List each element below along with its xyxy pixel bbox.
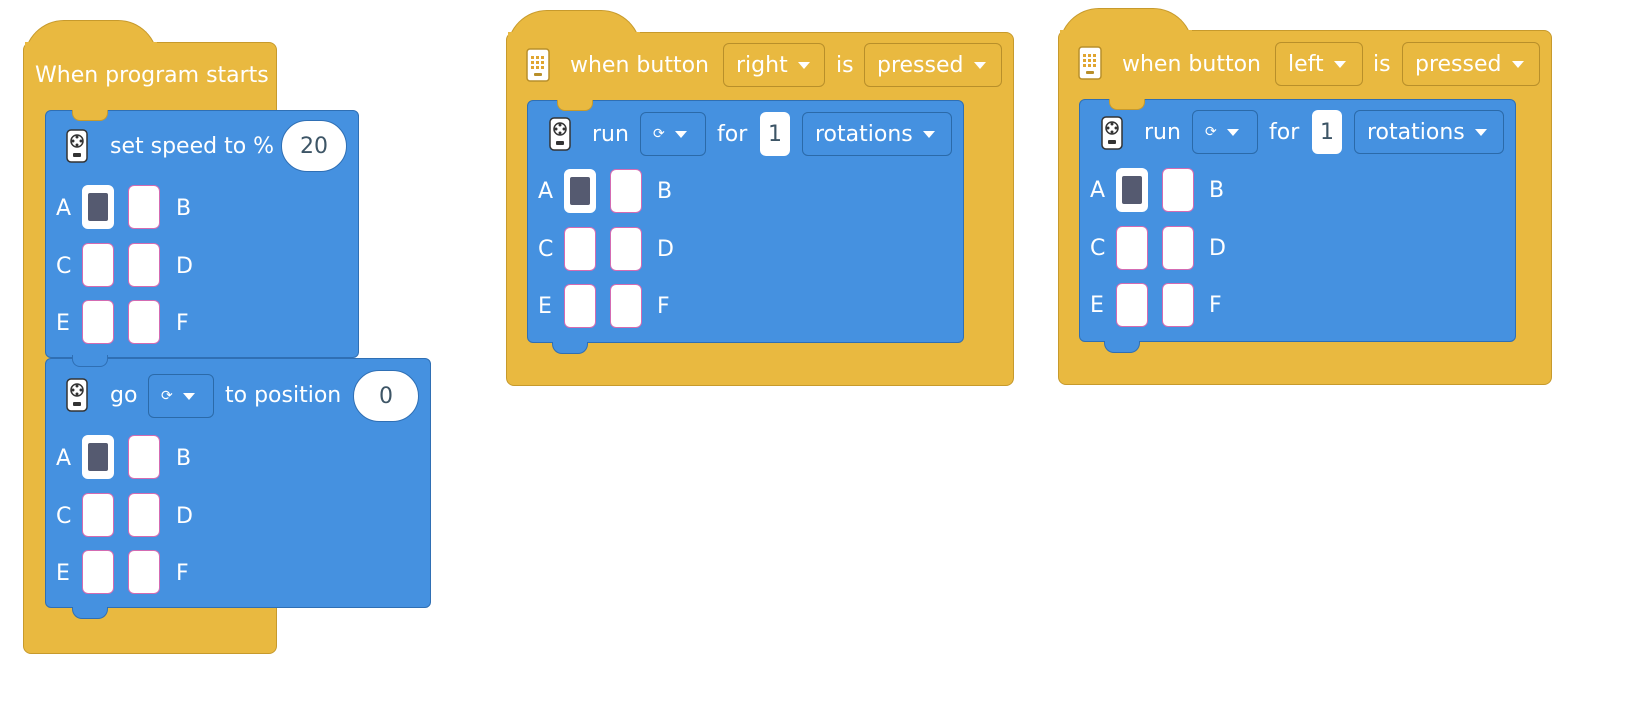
port-e-toggle[interactable] bbox=[82, 550, 114, 594]
port-label-c: C bbox=[56, 504, 72, 529]
to-position-label: to position bbox=[225, 383, 342, 408]
block-canvas: When program starts set speed to % 20 A … bbox=[0, 0, 1646, 722]
chevron-down-icon bbox=[797, 61, 810, 69]
port-f-toggle[interactable] bbox=[128, 550, 160, 594]
button-value: left bbox=[1288, 51, 1324, 77]
direction-dropdown[interactable]: ⟳ bbox=[640, 112, 706, 156]
port-label-d: D bbox=[176, 254, 193, 279]
direction-dropdown[interactable]: ⟳ bbox=[148, 374, 214, 418]
port-e-toggle[interactable] bbox=[1116, 283, 1148, 327]
position-input[interactable]: 0 bbox=[353, 370, 419, 422]
chevron-down-icon bbox=[182, 392, 195, 400]
port-label-f: F bbox=[657, 294, 670, 319]
state-value: pressed bbox=[1415, 51, 1502, 77]
port-label-c: C bbox=[1090, 236, 1106, 261]
run-label: run bbox=[1144, 120, 1181, 145]
port-label-a: A bbox=[56, 446, 72, 471]
rotate-icon: ⟳ bbox=[161, 388, 173, 404]
port-label-f: F bbox=[176, 561, 189, 586]
button-dropdown[interactable]: left bbox=[1275, 42, 1363, 86]
port-c-toggle[interactable] bbox=[1116, 226, 1148, 270]
port-b-toggle[interactable] bbox=[1162, 168, 1194, 212]
direction-dropdown[interactable]: ⟳ bbox=[1192, 110, 1258, 154]
port-a-toggle[interactable] bbox=[82, 435, 114, 479]
port-e-toggle[interactable] bbox=[82, 300, 114, 344]
port-d-toggle[interactable] bbox=[128, 493, 160, 537]
chevron-down-icon bbox=[1511, 60, 1524, 68]
button-value: right bbox=[736, 52, 788, 78]
rotations-input[interactable]: 1 bbox=[760, 112, 790, 156]
state-value: pressed bbox=[877, 52, 964, 78]
chevron-down-icon bbox=[922, 130, 935, 138]
port-c-toggle[interactable] bbox=[82, 493, 114, 537]
port-label-a: A bbox=[1090, 178, 1106, 203]
port-label-a: A bbox=[538, 179, 554, 204]
unit-dropdown[interactable]: rotations bbox=[1354, 110, 1504, 154]
when-button-label: when button bbox=[1122, 52, 1261, 77]
port-c-toggle[interactable] bbox=[82, 243, 114, 287]
port-b-toggle[interactable] bbox=[128, 435, 160, 479]
state-dropdown[interactable]: pressed bbox=[1402, 42, 1540, 86]
for-label: for bbox=[1269, 120, 1300, 145]
unit-dropdown[interactable]: rotations bbox=[802, 112, 952, 156]
port-label-e: E bbox=[56, 311, 70, 336]
port-f-toggle[interactable] bbox=[610, 284, 642, 328]
port-label-e: E bbox=[1090, 293, 1104, 318]
rotations-input[interactable]: 1 bbox=[1312, 110, 1342, 154]
is-label: is bbox=[836, 53, 854, 78]
chevron-down-icon bbox=[1333, 60, 1346, 68]
set-speed-label: set speed to % bbox=[110, 134, 275, 159]
chevron-down-icon bbox=[973, 61, 986, 69]
port-d-toggle[interactable] bbox=[1162, 226, 1194, 270]
port-label-b: B bbox=[176, 196, 192, 221]
port-label-a: A bbox=[56, 196, 72, 221]
port-label-b: B bbox=[1209, 178, 1225, 203]
port-label-b: B bbox=[657, 179, 673, 204]
hat-label: When program starts bbox=[35, 63, 269, 88]
port-f-toggle[interactable] bbox=[128, 300, 160, 344]
motor-icon bbox=[66, 129, 88, 163]
rotate-icon: ⟳ bbox=[653, 126, 665, 142]
chevron-down-icon bbox=[1474, 128, 1487, 136]
port-label-b: B bbox=[176, 446, 192, 471]
chevron-down-icon bbox=[1226, 128, 1239, 136]
port-a-toggle[interactable] bbox=[564, 169, 596, 213]
when-button-label: when button bbox=[570, 53, 709, 78]
port-b-toggle[interactable] bbox=[128, 185, 160, 229]
motor-icon bbox=[549, 117, 571, 151]
port-e-toggle[interactable] bbox=[564, 284, 596, 328]
chevron-down-icon bbox=[674, 130, 687, 138]
motor-icon bbox=[1101, 116, 1123, 150]
port-label-c: C bbox=[538, 237, 554, 262]
rotate-icon: ⟳ bbox=[1205, 124, 1217, 140]
port-b-toggle[interactable] bbox=[610, 169, 642, 213]
port-d-toggle[interactable] bbox=[610, 227, 642, 271]
port-a-toggle[interactable] bbox=[82, 185, 114, 229]
unit-value: rotations bbox=[1367, 119, 1465, 145]
port-label-e: E bbox=[56, 561, 70, 586]
port-label-e: E bbox=[538, 294, 552, 319]
port-f-toggle[interactable] bbox=[1162, 283, 1194, 327]
port-label-d: D bbox=[657, 237, 674, 262]
run-label: run bbox=[592, 122, 629, 147]
go-label: go bbox=[110, 383, 138, 408]
speed-input[interactable]: 20 bbox=[281, 120, 347, 172]
port-c-toggle[interactable] bbox=[564, 227, 596, 271]
port-label-f: F bbox=[1209, 293, 1222, 318]
port-a-toggle[interactable] bbox=[1116, 168, 1148, 212]
port-label-d: D bbox=[176, 504, 193, 529]
motor-icon bbox=[66, 378, 88, 412]
port-label-d: D bbox=[1209, 236, 1226, 261]
hub-icon bbox=[1078, 46, 1102, 80]
port-label-c: C bbox=[56, 254, 72, 279]
hub-icon bbox=[526, 48, 550, 82]
is-label: is bbox=[1373, 52, 1391, 77]
for-label: for bbox=[717, 122, 748, 147]
port-d-toggle[interactable] bbox=[128, 243, 160, 287]
button-dropdown[interactable]: right bbox=[723, 43, 825, 87]
unit-value: rotations bbox=[815, 121, 913, 147]
state-dropdown[interactable]: pressed bbox=[864, 43, 1002, 87]
port-label-f: F bbox=[176, 311, 189, 336]
